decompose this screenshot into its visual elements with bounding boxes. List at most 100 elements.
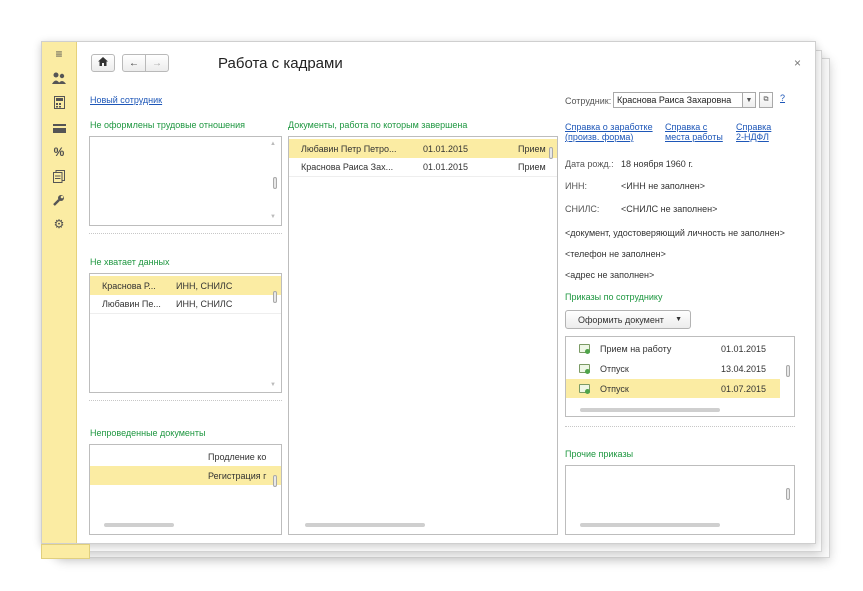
vertical-scrollbar[interactable] [786, 488, 790, 500]
employee-label: Сотрудник: [565, 96, 612, 106]
other-orders-list[interactable] [565, 465, 795, 535]
phone-value: <телефон не заполнен> [565, 249, 666, 259]
gear-icon[interactable]: ⚙ [51, 216, 67, 232]
users-icon[interactable] [51, 70, 67, 86]
back-button[interactable]: ← [122, 54, 146, 72]
divider [89, 233, 282, 234]
no-employment-list[interactable]: ▲ ▼ [89, 136, 282, 226]
table-row[interactable]: Регистрация г [90, 466, 281, 485]
employee-value: Краснова Раиса Захаровна [617, 95, 732, 105]
sidebar-bottom-strip [41, 544, 90, 559]
other-orders-title: Прочие приказы [565, 449, 634, 459]
table-row[interactable]: Любавин Пе... ИНН, СНИЛС [90, 295, 281, 314]
missing-data-list[interactable]: Краснова Р... ИНН, СНИЛС Любавин Пе... И… [89, 273, 282, 393]
inn-label: ИНН: [565, 181, 587, 191]
salary-certificate-link[interactable]: Справка о заработке (произв. форма) [565, 122, 653, 142]
arrow-right-icon: → [152, 57, 162, 69]
arrow-left-icon: ← [129, 57, 139, 69]
vertical-scrollbar[interactable] [786, 365, 790, 377]
card-icon[interactable] [51, 120, 67, 136]
close-icon[interactable]: × [794, 56, 801, 70]
horizontal-scrollbar[interactable] [104, 523, 174, 527]
chevron-down-icon: ▼ [745, 96, 753, 104]
employee-name: Любавин Петр Петро... [301, 143, 397, 154]
completed-docs-list[interactable]: Любавин Петр Петро... 01.01.2015 Прием К… [288, 136, 558, 535]
document-title: Продление ко [208, 451, 267, 462]
order-date: 13.04.2015 [721, 363, 767, 374]
horizontal-scrollbar[interactable] [580, 408, 720, 412]
divider [565, 426, 795, 427]
table-row[interactable]: Отпуск 01.07.2015 [566, 379, 780, 398]
employee-name: Краснова Раиса Зах... [301, 162, 394, 172]
snils-value: <СНИЛС не заполнен> [621, 204, 718, 214]
sidebar: ≡ % ⚙ [42, 42, 77, 543]
create-document-button[interactable]: Оформить документ ▼ [565, 310, 691, 329]
calculator-icon[interactable] [51, 94, 67, 110]
help-icon[interactable]: ? [780, 93, 785, 103]
page-title: Работа с кадрами [218, 55, 343, 72]
completed-docs-title: Документы, работа по которым завершена [288, 120, 468, 130]
vertical-scrollbar[interactable] [273, 177, 277, 189]
no-employment-title: Не оформлены трудовые отношения [90, 120, 246, 130]
divider [89, 400, 282, 401]
identity-doc-value: <документ, удостоверяющий личность не за… [565, 228, 785, 238]
table-row[interactable]: Прием на работу 01.01.2015 [566, 339, 794, 358]
orders-list[interactable]: Прием на работу 01.01.2015 Отпуск 13.04.… [565, 336, 795, 417]
horizontal-scrollbar[interactable] [305, 523, 425, 527]
table-row[interactable]: Отпуск 13.04.2015 [566, 359, 794, 378]
order-date: 01.07.2015 [721, 383, 767, 394]
main-window: ≡ % ⚙ ← → Работа с кадрами × Новый сотру… [41, 41, 816, 544]
forward-button[interactable]: → [145, 54, 169, 72]
birth-value: 18 ноября 1960 г. [621, 159, 693, 169]
order-name: Отпуск [600, 383, 629, 394]
chevron-down-icon: ▼ [675, 316, 682, 323]
horizontal-scrollbar[interactable] [580, 523, 720, 527]
open-icon: ⧉ [763, 96, 769, 103]
order-icon [579, 364, 590, 374]
table-row[interactable]: Любавин Петр Петро... 01.01.2015 Прием [289, 139, 557, 158]
scroll-down-icon[interactable]: ▼ [270, 382, 276, 388]
address-value: <адрес не заполнен> [565, 270, 655, 280]
employee-name: Любавин Пе... [102, 299, 161, 309]
scroll-up-icon[interactable]: ▲ [270, 141, 276, 147]
document-title: Регистрация г [208, 470, 267, 481]
wrench-icon[interactable] [51, 192, 67, 208]
menu-icon[interactable]: ≡ [51, 46, 67, 62]
employee-name: Краснова Р... [102, 280, 156, 291]
table-row[interactable]: Краснова Р... ИНН, СНИЛС [90, 276, 281, 295]
vertical-scrollbar[interactable] [273, 291, 277, 303]
scroll-down-icon[interactable]: ▼ [270, 214, 276, 220]
percent-icon[interactable]: % [51, 144, 67, 160]
documents-icon[interactable] [51, 168, 67, 184]
table-row[interactable]: Краснова Раиса Зах... 01.01.2015 Прием [289, 158, 557, 177]
order-name: Отпуск [600, 363, 629, 374]
order-name: Прием на работу [600, 343, 672, 354]
orders-title: Приказы по сотруднику [565, 292, 663, 302]
unposted-list[interactable]: Продление ко Регистрация г [89, 444, 282, 535]
missing-fields: ИНН, СНИЛС [176, 299, 233, 309]
missing-fields: ИНН, СНИЛС [176, 280, 266, 291]
ndfl-certificate-link[interactable]: Справка 2-НДФЛ [736, 122, 771, 142]
unposted-title: Непроведенные документы [90, 428, 206, 438]
vertical-scrollbar[interactable] [273, 475, 277, 487]
vertical-scrollbar[interactable] [549, 147, 553, 159]
new-employee-link[interactable]: Новый сотрудник [90, 95, 162, 105]
snils-label: СНИЛС: [565, 204, 600, 214]
document-type: Прием [518, 143, 546, 154]
home-button[interactable] [91, 54, 115, 72]
open-button[interactable]: ⧉ [759, 92, 773, 108]
document-date: 01.01.2015 [423, 162, 469, 172]
create-document-label: Оформить документ [578, 314, 664, 325]
order-icon [579, 344, 590, 354]
order-icon [579, 384, 590, 394]
table-row[interactable]: Продление ко [90, 447, 281, 466]
missing-data-title: Не хватает данных [90, 257, 170, 267]
home-icon [98, 57, 108, 69]
document-date: 01.01.2015 [423, 143, 469, 154]
work-certificate-link[interactable]: Справка с места работы [665, 122, 723, 142]
dropdown-button[interactable]: ▼ [742, 92, 756, 108]
document-type: Прием [518, 162, 546, 172]
inn-value: <ИНН не заполнен> [621, 181, 705, 191]
employee-select[interactable]: Краснова Раиса Захаровна [613, 92, 743, 108]
order-date: 01.01.2015 [721, 343, 767, 354]
